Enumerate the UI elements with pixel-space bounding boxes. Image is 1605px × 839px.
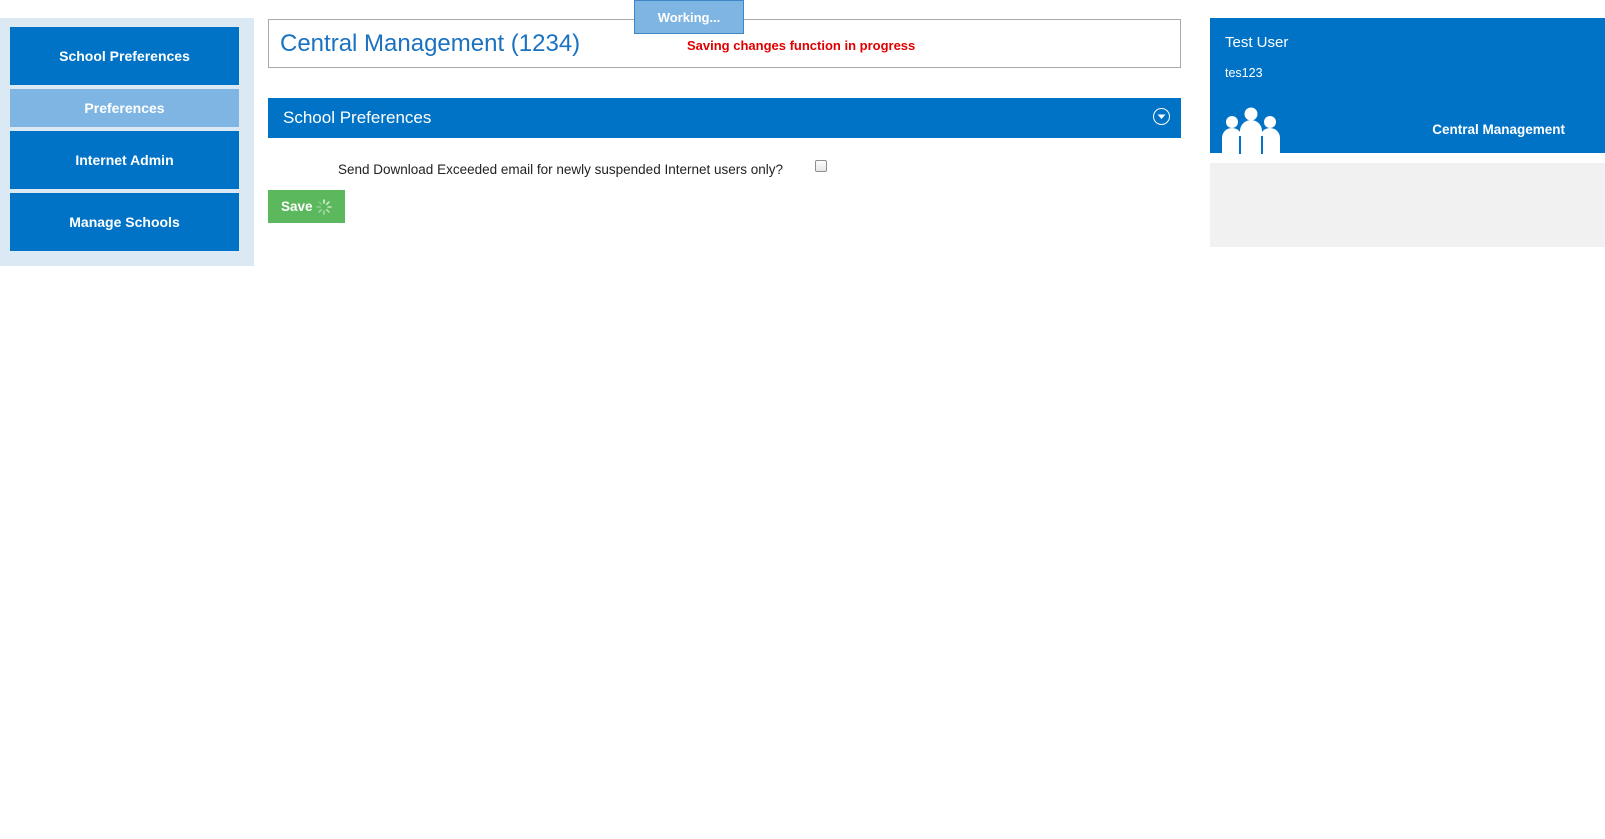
user-sub-panel (1210, 163, 1605, 247)
section-title: School Preferences (283, 108, 432, 127)
panel-label: Central Management (1432, 122, 1565, 137)
download-exceeded-checkbox[interactable] (815, 160, 827, 172)
sidebar-item-label: Manage Schools (69, 214, 180, 230)
loading-spinner-icon (315, 199, 332, 215)
user-panel: Test User tes123 Central Management (1210, 18, 1605, 154)
sidebar-item-school-preferences[interactable]: School Preferences (10, 27, 239, 85)
sidebar-item-label: Preferences (84, 100, 165, 116)
sidebar-item-internet-admin[interactable]: Internet Admin (10, 131, 239, 189)
sidebar-item-label: Internet Admin (75, 152, 174, 168)
section-header: School Preferences (268, 98, 1181, 138)
download-exceeded-label: Send Download Exceeded email for newly s… (338, 162, 784, 177)
working-label: Working... (657, 9, 721, 25)
user-id: tes123 (1225, 66, 1263, 80)
sidebar-item-preferences[interactable]: Preferences (10, 89, 239, 127)
chevron-down-circle-icon[interactable] (1153, 108, 1170, 125)
save-button[interactable]: Save (268, 190, 345, 223)
sidebar-item-label: School Preferences (59, 48, 190, 64)
sidebar: School Preferences Preferences Internet … (0, 18, 254, 266)
users-group-icon (1222, 107, 1280, 154)
sidebar-item-manage-schools[interactable]: Manage Schools (10, 193, 239, 251)
page: School Preferences Preferences Internet … (0, 0, 1605, 839)
working-indicator: Working... (634, 0, 744, 34)
status-message: Saving changes function in progress (687, 38, 916, 53)
page-title: Central Management (1234) (280, 30, 581, 57)
user-name: Test User (1225, 34, 1289, 51)
save-button-label: Save (281, 199, 313, 214)
